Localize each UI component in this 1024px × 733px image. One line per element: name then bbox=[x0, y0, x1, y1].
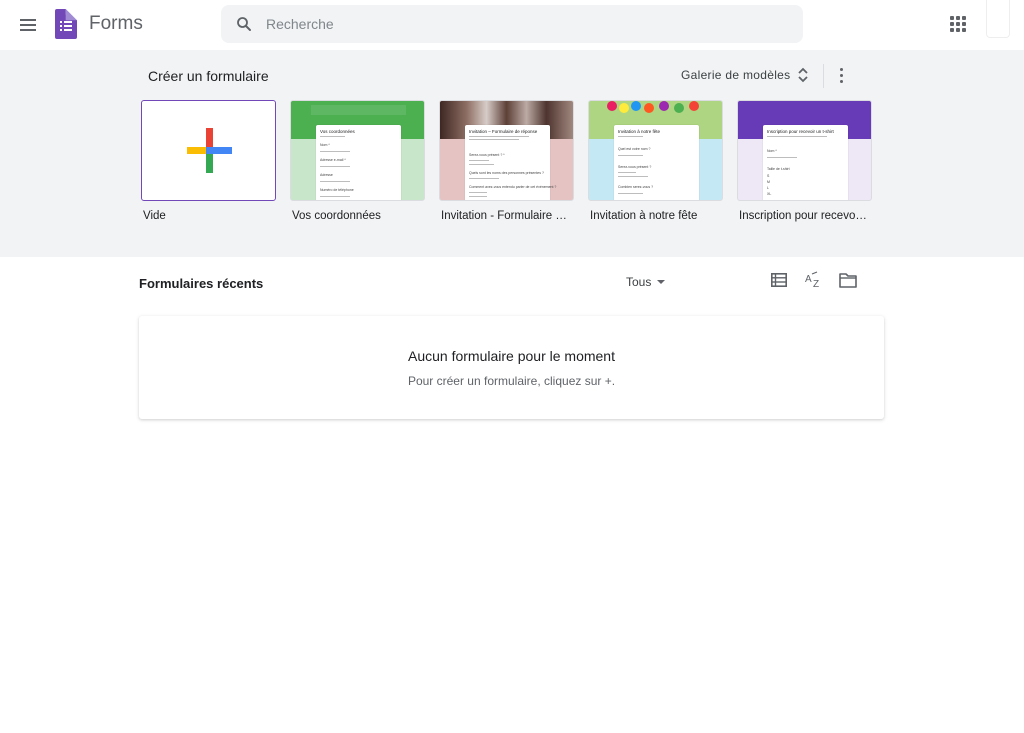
template-label: Vos coordonnées bbox=[292, 210, 381, 222]
recent-forms-title: Formulaires récents bbox=[139, 276, 264, 291]
form-preview: Inscription pour recevoir un t-shirt Nom… bbox=[763, 125, 848, 200]
folder-icon[interactable] bbox=[839, 272, 857, 288]
template-card-blank[interactable]: Vide bbox=[141, 100, 276, 222]
template-card-party-invite[interactable]: Invitation à notre fête Quel est votre n… bbox=[588, 100, 723, 222]
google-apps-icon[interactable] bbox=[950, 16, 966, 32]
svg-text:Z: Z bbox=[813, 279, 819, 290]
hamburger-line bbox=[20, 24, 36, 26]
form-preview: Vos coordonnées Nom * Adresse e-mail * A… bbox=[316, 125, 401, 200]
forms-logo-icon[interactable] bbox=[55, 9, 77, 39]
divider bbox=[823, 64, 824, 88]
template-thumbnail[interactable]: Inscription pour recevoir un t-shirt Nom… bbox=[737, 100, 872, 201]
empty-state-title: Aucun formulaire pour le moment bbox=[408, 348, 615, 364]
template-card-invitation-rsvp[interactable]: Invitation – Formulaire de réponse Serez… bbox=[439, 100, 574, 222]
sort-az-icon[interactable]: A Z bbox=[804, 270, 824, 290]
template-thumbnail[interactable]: Invitation – Formulaire de réponse Serez… bbox=[439, 100, 574, 201]
template-label: Invitation à notre fête bbox=[590, 210, 698, 222]
unfold-more-icon[interactable] bbox=[797, 66, 809, 84]
svg-text:A: A bbox=[805, 274, 812, 285]
template-label: Invitation - Formulaire de réponse bbox=[441, 210, 569, 222]
filter-label: Tous bbox=[626, 275, 652, 289]
template-label: Inscription pour recevoir un t-shirt bbox=[739, 210, 867, 222]
search-bar[interactable] bbox=[221, 5, 803, 43]
app-header: Forms bbox=[0, 0, 1024, 50]
form-preview: Invitation à notre fête Quel est votre n… bbox=[614, 125, 699, 200]
template-card-tshirt-signup[interactable]: Inscription pour recevoir un t-shirt Nom… bbox=[737, 100, 872, 222]
create-form-title: Créer un formulaire bbox=[148, 68, 269, 84]
search-input[interactable] bbox=[266, 5, 786, 43]
plus-icon bbox=[187, 128, 232, 173]
template-thumbnail[interactable]: Vos coordonnées Nom * Adresse e-mail * A… bbox=[290, 100, 425, 201]
more-options-icon[interactable] bbox=[836, 66, 848, 84]
hamburger-line bbox=[20, 19, 36, 21]
account-avatar[interactable] bbox=[986, 0, 1010, 38]
owner-filter-dropdown[interactable]: Tous bbox=[626, 275, 666, 289]
empty-state-subtitle: Pour créer un formulaire, cliquez sur +. bbox=[407, 374, 616, 388]
empty-state-card: Aucun formulaire pour le moment Pour cré… bbox=[139, 316, 884, 419]
template-thumbnail[interactable] bbox=[141, 100, 276, 201]
form-preview: Invitation – Formulaire de réponse Serez… bbox=[465, 125, 556, 200]
search-icon[interactable] bbox=[235, 15, 253, 33]
template-label: Vide bbox=[143, 210, 166, 222]
template-gallery-button[interactable]: Galerie de modèles bbox=[681, 68, 790, 82]
template-gallery: Créer un formulaire Galerie de modèles V… bbox=[0, 50, 1024, 257]
hamburger-line bbox=[20, 29, 36, 31]
dropdown-caret-icon bbox=[657, 280, 666, 284]
list-view-icon[interactable] bbox=[771, 273, 787, 287]
template-thumbnail[interactable]: Invitation à notre fête Quel est votre n… bbox=[588, 100, 723, 201]
template-card-contact-info[interactable]: Vos coordonnées Nom * Adresse e-mail * A… bbox=[290, 100, 425, 222]
main-menu-button[interactable] bbox=[16, 13, 40, 37]
app-title[interactable]: Forms bbox=[89, 13, 143, 35]
